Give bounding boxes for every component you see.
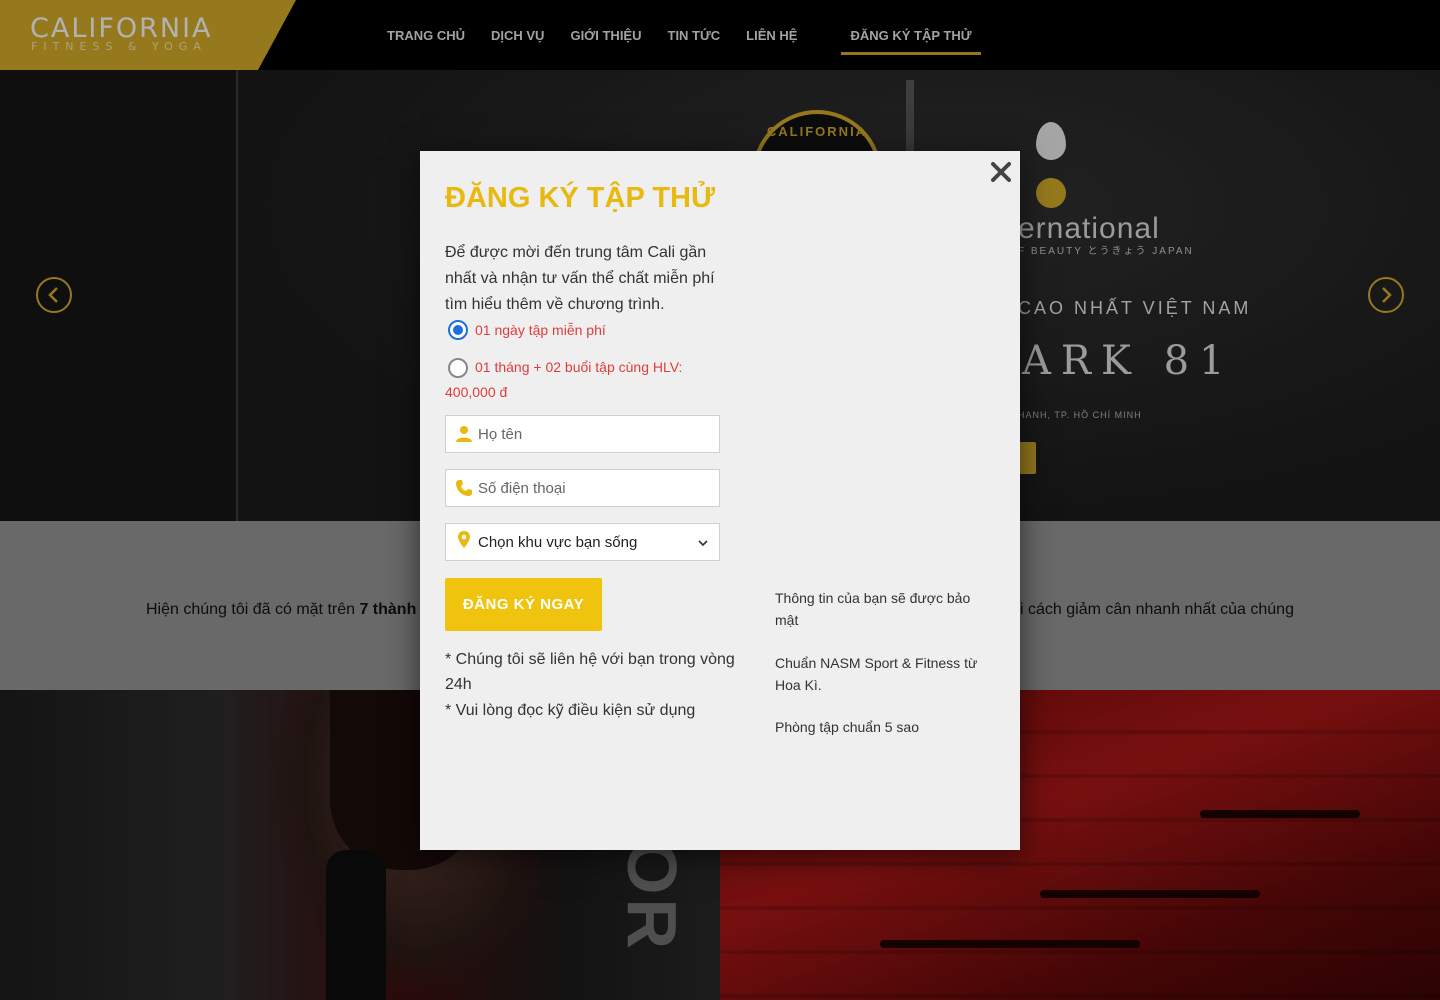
submit-button[interactable]: ĐĂNG KÝ NGAY: [445, 578, 602, 631]
name-field: [445, 415, 720, 453]
trial-signup-modal: ĐĂNG KÝ TẬP THỬ Để được mời đến trung tâ…: [420, 151, 1020, 850]
modal-description: Để được mời đến trung tâm Cali gần nhất …: [445, 244, 715, 313]
name-input[interactable]: [478, 416, 714, 452]
option-one-month-label: 01 tháng + 02 buổi tập cùng HLV: 400,000…: [445, 359, 683, 400]
close-icon: [991, 162, 1011, 182]
radio-one-month[interactable]: [448, 358, 468, 378]
region-select[interactable]: Chọn khu vực bạn sống: [445, 523, 720, 561]
close-button[interactable]: [988, 159, 1014, 185]
contact-note: * Chúng tôi sẽ liên hệ với bạn trong vòn…: [445, 651, 735, 693]
user-icon: [456, 426, 472, 442]
benefit-nasm: Chuẩn NASM Sport & Fitness từ Hoa Kì.: [775, 655, 978, 693]
map-pin-icon: [458, 531, 470, 548]
region-selected-value: Chọn khu vực bạn sống: [478, 534, 638, 551]
option-free-day-label: 01 ngày tập miễn phí: [475, 322, 606, 338]
benefit-five-star: Phòng tập chuẩn 5 sao: [775, 719, 920, 735]
benefit-privacy: Thông tin của bạn sẽ được bảo mật: [775, 590, 971, 628]
option-free-day[interactable]: 01 ngày tập miễn phí: [445, 318, 725, 343]
phone-icon: [456, 480, 472, 496]
radio-free-day[interactable]: [448, 320, 468, 340]
phone-input[interactable]: [478, 470, 714, 506]
chevron-down-icon: [698, 540, 708, 547]
modal-title: ĐĂNG KÝ TẬP THỬ: [445, 182, 716, 214]
option-one-month[interactable]: 01 tháng + 02 buổi tập cùng HLV: 400,000…: [445, 355, 725, 405]
phone-field: [445, 469, 720, 507]
terms-note: * Vui lòng đọc kỹ điều kiện sử dụng: [445, 702, 696, 719]
